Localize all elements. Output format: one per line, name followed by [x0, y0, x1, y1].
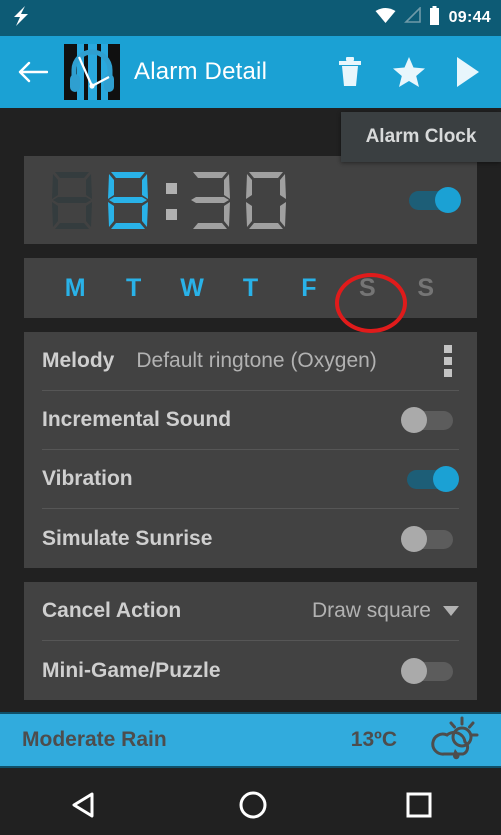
nav-recents-icon: [406, 792, 432, 818]
status-bar-clock: 09:44: [448, 9, 491, 26]
sun-cloud-rain-icon: [431, 716, 479, 765]
simulate-sunrise-toggle[interactable]: [401, 525, 459, 552]
nav-home-icon: [239, 791, 267, 819]
signal-icon: [403, 6, 422, 29]
play-icon: [457, 57, 479, 87]
tooltip-alarm-clock: Alarm Clock: [341, 112, 501, 162]
digit-minute-tens: [184, 169, 236, 231]
alarm-settings-card: Melody Default ringtone (Oxygen) Increme…: [24, 332, 477, 568]
melody-label: Melody: [42, 349, 115, 372]
app-screen: 09:44 Alarm Detail Alarm Clock M T W T F…: [0, 0, 501, 835]
weather-condition: Moderate Rain: [22, 728, 167, 751]
alarm-time-card[interactable]: [24, 156, 477, 244]
day-monday[interactable]: M: [46, 274, 104, 303]
row-cancel-action[interactable]: Cancel Action Draw square: [42, 582, 459, 641]
simulate-sunrise-label: Simulate Sunrise: [42, 526, 213, 550]
toolbar-actions: [337, 57, 487, 87]
time-separator: [158, 169, 184, 231]
overflow-menu-icon[interactable]: [437, 345, 459, 377]
mini-game-toggle[interactable]: [401, 657, 459, 684]
page-title: Alarm Detail: [134, 58, 268, 85]
wifi-icon: [375, 7, 396, 29]
nav-recents-button[interactable]: [405, 791, 433, 819]
row-vibration[interactable]: Vibration: [42, 450, 459, 509]
alarm-clock-app-logo: [64, 44, 120, 100]
favorite-button[interactable]: [393, 57, 425, 87]
nav-back-button[interactable]: [68, 790, 102, 820]
star-icon: [393, 57, 425, 87]
back-arrow-icon: [18, 61, 48, 83]
row-simulate-sunrise[interactable]: Simulate Sunrise: [42, 509, 459, 568]
day-tuesday[interactable]: T: [104, 274, 162, 303]
weather-temperature: 13ºC: [350, 728, 397, 751]
day-sunday[interactable]: S: [397, 274, 455, 303]
alarm-enabled-toggle[interactable]: [403, 187, 461, 213]
repeat-days-card: M T W T F S S: [24, 258, 477, 318]
battery-icon: [429, 6, 440, 30]
chevron-down-icon[interactable]: [443, 606, 459, 616]
digit-minute-ones: [240, 169, 292, 231]
incremental-sound-toggle[interactable]: [401, 407, 459, 433]
row-melody[interactable]: Melody Default ringtone (Oxygen): [42, 332, 459, 391]
delete-button[interactable]: [337, 57, 363, 87]
android-nav-bar: [0, 775, 501, 835]
vibration-label: Vibration: [42, 467, 133, 490]
status-bar: 09:44: [0, 0, 501, 36]
melody-value: Default ringtone (Oxygen): [136, 349, 377, 372]
row-incremental-sound[interactable]: Incremental Sound: [42, 391, 459, 450]
status-bar-left: [12, 5, 375, 31]
vibration-toggle[interactable]: [401, 466, 459, 492]
cancel-action-card: Cancel Action Draw square Mini-Game/Puzz…: [24, 582, 477, 700]
flash-icon: [12, 5, 30, 31]
day-wednesday[interactable]: W: [163, 274, 221, 303]
alarm-time-display[interactable]: [46, 169, 403, 231]
status-bar-right: 09:44: [375, 6, 491, 30]
day-saturday[interactable]: S: [338, 274, 396, 303]
incremental-sound-label: Incremental Sound: [42, 408, 232, 431]
day-thursday[interactable]: T: [221, 274, 279, 303]
day-friday[interactable]: F: [280, 274, 338, 303]
mini-game-label: Mini-Game/Puzzle: [42, 658, 221, 682]
digit-hour-ones: [102, 169, 154, 231]
row-mini-game[interactable]: Mini-Game/Puzzle: [42, 641, 459, 700]
app-toolbar: Alarm Detail: [0, 36, 501, 108]
weather-bar[interactable]: Moderate Rain 13ºC: [0, 712, 501, 768]
nav-back-icon: [72, 792, 94, 818]
play-button[interactable]: [455, 57, 481, 87]
cancel-action-value: Draw square: [311, 599, 431, 622]
nav-home-button[interactable]: [238, 790, 268, 820]
digit-hour-tens: [46, 169, 98, 231]
back-button[interactable]: [18, 61, 60, 83]
trash-icon: [339, 57, 361, 86]
cancel-action-label: Cancel Action: [42, 599, 182, 622]
